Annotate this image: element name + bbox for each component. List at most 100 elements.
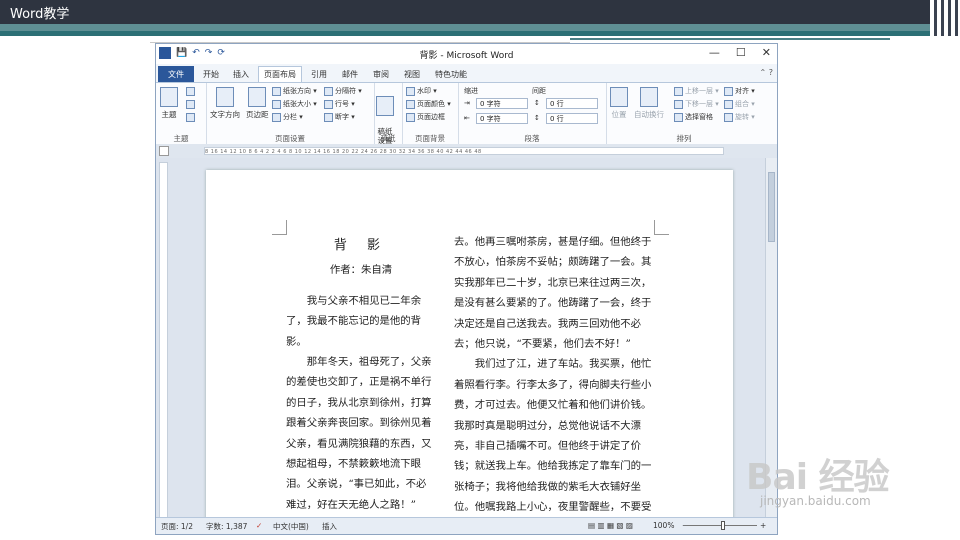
indent-right-icon: ⇤ <box>464 114 470 122</box>
align-button[interactable]: 对齐 ▾ <box>724 86 755 96</box>
insert-mode[interactable]: 插入 <box>322 521 337 532</box>
window-title: 背影 - Microsoft Word <box>419 51 514 61</box>
wrap-text-label: 自动换行 <box>634 110 664 119</box>
breaks-button[interactable]: 分隔符 ▾ <box>324 86 362 96</box>
text-direction-label: 文字方向 <box>210 110 240 119</box>
bring-forward-button[interactable]: 上移一层 ▾ <box>674 86 719 96</box>
themes-icon <box>160 87 178 107</box>
tab-insert[interactable]: 插入 <box>228 67 254 82</box>
group-page-background: 水印 ▾ 页面颜色 ▾ 页面边框 页面背景 <box>402 83 459 145</box>
page-borders-button[interactable]: 页面边框 <box>406 112 445 122</box>
slide-title: Word教学 <box>10 7 70 22</box>
proofing-icon[interactable]: ✓ <box>256 521 262 530</box>
spacing-title: 间距 <box>532 87 546 95</box>
horizontal-ruler-area: 8 16 14 12 10 8 6 4 2 2 4 6 8 10 12 14 1… <box>156 144 777 158</box>
tab-home[interactable]: 开始 <box>198 67 224 82</box>
spacing-before-input[interactable]: 0 行 <box>546 98 598 109</box>
page-color-button[interactable]: 页面颜色 ▾ <box>406 99 451 109</box>
document-area: 背 影 作者：朱自清 我与父亲不相见已二年余了，我最不能忘记的是他的背影。 那年… <box>156 158 777 519</box>
word-window: W 💾 ↶ ↷ ⟳ 背影 - Microsoft Word — ☐ ✕ 文件 开… <box>155 43 778 535</box>
hyphenation-button[interactable]: 断字 ▾ <box>324 112 355 122</box>
zoom-level[interactable]: 100% <box>653 521 674 530</box>
margins-icon <box>248 87 267 107</box>
document-title: 背 影 <box>333 238 389 253</box>
manuscript-icon <box>376 96 394 116</box>
indent-left-icon: ⇥ <box>464 99 470 107</box>
spacing-before-icon: ↕ <box>534 99 540 107</box>
document-page[interactable]: 背 影 作者：朱自清 我与父亲不相见已二年余了，我最不能忘记的是他的背影。 那年… <box>206 170 733 519</box>
group-label-page-setup: 页面设置 <box>275 134 305 143</box>
theme-colors-icon[interactable] <box>186 87 197 96</box>
orientation-button[interactable]: 纸张方向 ▾ <box>272 86 317 96</box>
zoom-in-button[interactable]: + <box>760 521 766 530</box>
rotate-button[interactable]: 旋转 ▾ <box>724 112 755 122</box>
close-button[interactable]: ✕ <box>762 46 771 59</box>
slide-divider <box>570 38 890 40</box>
selection-pane-button[interactable]: 选择窗格 <box>674 112 713 122</box>
tab-page-layout[interactable]: 页面布局 <box>258 66 302 82</box>
spacing-after-icon: ↕ <box>534 114 540 122</box>
ribbon: 主题 主题 文字方向 页边距 纸张方向 ▾ 纸张大小 ▾ 分栏 ▾ 分隔符 ▾ … <box>156 82 777 146</box>
page-count[interactable]: 页面: 1/2 <box>161 521 193 532</box>
spacing-after-input[interactable]: 0 行 <box>546 113 598 124</box>
slide-stripe <box>0 24 930 31</box>
paragraph: 我与父亲不相见已二年余了，我最不能忘记的是他的背影。 <box>286 294 422 348</box>
themes-button[interactable]: 主题 <box>160 87 178 120</box>
paragraph: 去。他再三嘱咐茶房，甚是仔细。但他终于不放心，怕茶房不妥帖；颇踌躇了一会。其实我… <box>454 236 652 351</box>
language-indicator[interactable]: 中文(中国) <box>273 521 309 532</box>
tab-features[interactable]: 特色功能 <box>430 67 472 82</box>
tab-file[interactable]: 文件 <box>158 66 194 83</box>
tab-selector[interactable] <box>159 146 169 156</box>
maximize-button[interactable]: ☐ <box>736 46 746 59</box>
slide-corner-decoration <box>930 0 960 36</box>
baidu-watermark: Bai 经验 jingyan.baidu.com <box>740 440 940 510</box>
help-icon[interactable]: ⌃ ? <box>760 68 774 77</box>
title-bar: W 💾 ↶ ↷ ⟳ 背影 - Microsoft Word — ☐ ✕ <box>156 44 777 64</box>
columns-button[interactable]: 分栏 ▾ <box>272 112 303 122</box>
send-backward-button[interactable]: 下移一层 ▾ <box>674 99 719 109</box>
crop-mark <box>272 220 287 235</box>
left-column: 背 影 作者：朱自清 我与父亲不相见已二年余了，我最不能忘记的是他的背影。 那年… <box>286 232 436 515</box>
ribbon-tabs: 文件 开始 插入 页面布局 引用 邮件 审阅 视图 特色功能 ⌃ ? <box>156 65 777 83</box>
themes-label: 主题 <box>161 110 177 119</box>
indent-left-input[interactable]: 0 字符 <box>476 98 528 109</box>
group-arrange: 位置 自动换行 上移一层 ▾ 下移一层 ▾ 选择窗格 对齐 ▾ 组合 ▾ 旋转 … <box>606 83 762 145</box>
group-label-paragraph: 段落 <box>524 134 540 143</box>
vertical-ruler[interactable] <box>159 162 168 519</box>
scrollbar-thumb[interactable] <box>768 172 775 242</box>
wrap-text-button[interactable]: 自动换行 <box>634 87 664 120</box>
margins-button[interactable]: 页边距 <box>246 87 269 120</box>
slide-stripe-dark <box>0 31 930 36</box>
indent-title: 缩进 <box>464 87 478 95</box>
document-author: 作者：朱自清 <box>329 264 393 277</box>
indent-right-input[interactable]: 0 字符 <box>476 113 528 124</box>
tab-mailings[interactable]: 邮件 <box>337 67 363 82</box>
view-buttons-icon[interactable]: ▤ ▥ ▦ ▧ ▨ <box>588 521 633 530</box>
group-label-themes: 主题 <box>173 134 189 143</box>
text-direction-button[interactable]: 文字方向 <box>210 87 240 120</box>
right-column: 去。他再三嘱咐茶房，甚是仔细。但他终于不放心，怕茶房不妥帖；颇踌躇了一会。其实我… <box>454 232 654 519</box>
watermark-url: jingyan.baidu.com <box>760 494 871 508</box>
line-numbers-button[interactable]: 行号 ▾ <box>324 99 355 109</box>
group-label-manuscript: 稿纸 <box>380 134 396 143</box>
window-controls: — ☐ ✕ <box>709 46 771 59</box>
text-direction-icon <box>216 87 234 107</box>
tab-view[interactable]: 视图 <box>399 67 425 82</box>
watermark-button[interactable]: 水印 ▾ <box>406 86 437 96</box>
group-page-setup: 文字方向 页边距 纸张方向 ▾ 纸张大小 ▾ 分栏 ▾ 分隔符 ▾ 行号 ▾ 断… <box>206 83 375 145</box>
minimize-button[interactable]: — <box>709 46 720 59</box>
zoom-slider-thumb[interactable] <box>721 521 725 530</box>
tab-references[interactable]: 引用 <box>306 67 332 82</box>
group-button[interactable]: 组合 ▾ <box>724 99 755 109</box>
watermark-text: Bai 经验 <box>746 457 890 498</box>
margins-label: 页边距 <box>246 110 269 119</box>
group-label-page-background: 页面背景 <box>415 134 445 143</box>
word-count[interactable]: 字数: 1,387 <box>206 521 247 532</box>
size-button[interactable]: 纸张大小 ▾ <box>272 99 317 109</box>
theme-effects-icon[interactable] <box>186 113 197 122</box>
slide-header: Word教学 <box>0 0 930 24</box>
theme-fonts-icon[interactable] <box>186 100 197 109</box>
tab-review[interactable]: 审阅 <box>368 67 394 82</box>
horizontal-ruler[interactable]: 8 16 14 12 10 8 6 4 2 2 4 6 8 10 12 14 1… <box>204 147 724 155</box>
position-button[interactable]: 位置 <box>610 87 628 120</box>
